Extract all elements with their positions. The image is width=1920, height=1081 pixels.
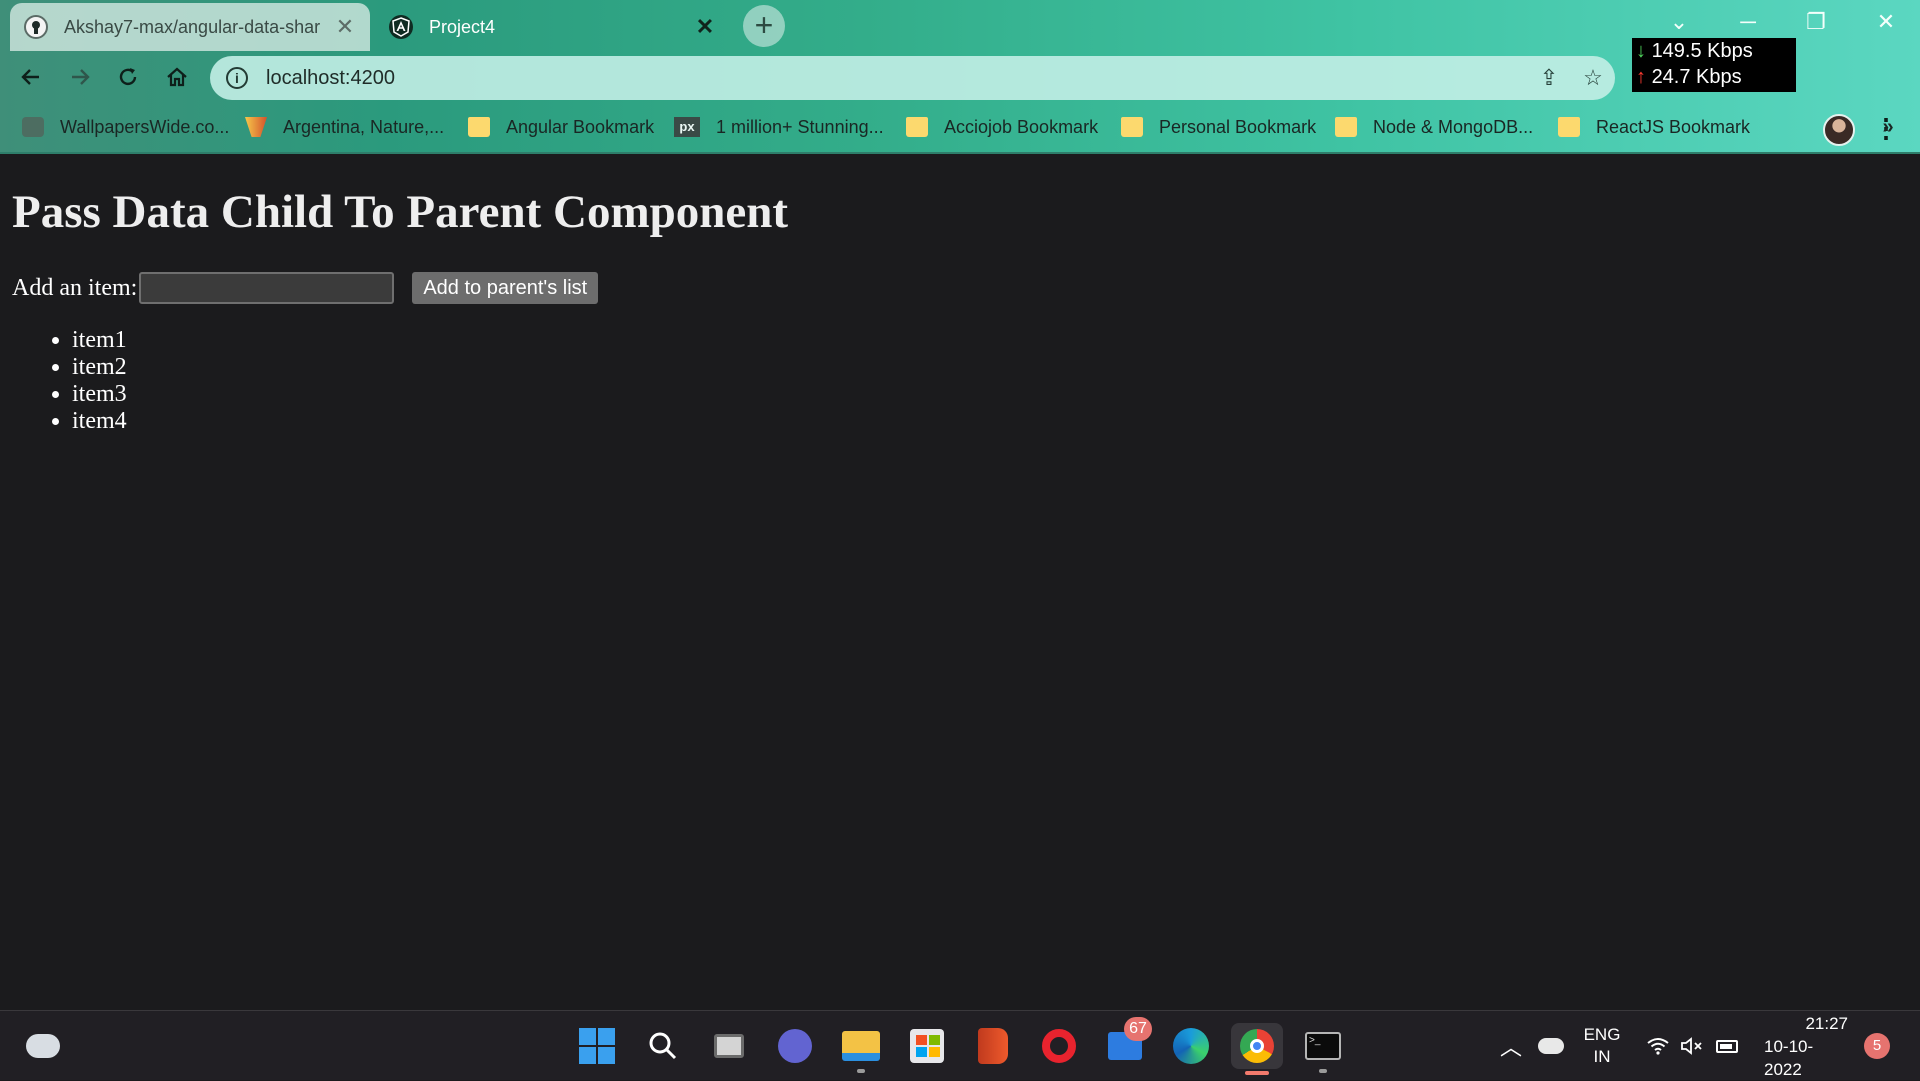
list-item: item4 xyxy=(72,408,127,435)
tab-title: Akshay7-max/angular-data-shar xyxy=(64,16,321,37)
address-url[interactable]: localhost:4200 xyxy=(266,67,1527,90)
chrome-icon[interactable] xyxy=(1231,1023,1283,1075)
bookmark-label: Angular Bookmark xyxy=(506,116,655,137)
mail-badge: 67 xyxy=(1124,1017,1152,1041)
show-hidden-icons-chevron-icon[interactable]: ︿ xyxy=(1500,1011,1522,1081)
pixabay-icon: px xyxy=(674,117,700,137)
mail-icon[interactable]: 67 xyxy=(1102,1017,1152,1069)
folder-icon xyxy=(468,117,490,137)
battery-icon[interactable] xyxy=(1716,1011,1738,1081)
list-item: item2 xyxy=(72,354,127,381)
clock[interactable]: 21:27 10-10-2022 xyxy=(1764,1011,1848,1081)
angular-icon xyxy=(389,15,413,39)
opera-icon[interactable] xyxy=(1036,1023,1082,1069)
bookmark-label: WallpapersWide.co... xyxy=(60,116,230,137)
forward-arrow-icon xyxy=(72,69,90,85)
office-icon[interactable] xyxy=(970,1023,1016,1069)
list-item: item1 xyxy=(72,327,127,354)
parent-item-list: item1 item2 item3 item4 xyxy=(12,327,127,435)
language-code: ENG xyxy=(1583,1025,1621,1044)
list-item: item3 xyxy=(72,381,127,408)
site-info-icon[interactable]: i xyxy=(226,67,248,89)
back-button[interactable] xyxy=(10,56,52,98)
bookmark-node-mongodb[interactable]: Node & MongoDB... xyxy=(1335,110,1533,144)
clock-date: 10-10-2022 xyxy=(1764,1036,1814,1079)
language-indicator[interactable]: ENG IN xyxy=(1582,1011,1622,1081)
bookmark-pixabay[interactable]: px 1 million+ Stunning... xyxy=(674,110,884,144)
folder-icon xyxy=(1121,117,1143,137)
github-icon xyxy=(24,15,48,39)
microsoft-store-icon[interactable] xyxy=(904,1023,950,1069)
upload-arrow-icon: ↑ xyxy=(1636,66,1646,88)
argentina-icon xyxy=(245,117,267,137)
search-icon[interactable] xyxy=(640,1023,686,1069)
folder-icon xyxy=(906,117,928,137)
bookmarks-bar: WallpapersWide.co... Argentina, Nature,.… xyxy=(0,110,1920,144)
bookmark-label: Argentina, Nature,... xyxy=(283,116,445,137)
notification-center[interactable]: 5 xyxy=(1864,1011,1890,1081)
file-explorer-icon[interactable] xyxy=(838,1023,884,1073)
notification-count-badge: 5 xyxy=(1864,1033,1890,1059)
folder-icon xyxy=(1558,117,1580,137)
bookmark-label: Personal Bookmark xyxy=(1159,116,1317,137)
bookmark-label: Acciojob Bookmark xyxy=(944,116,1099,137)
start-button[interactable] xyxy=(574,1023,620,1069)
tab-close-icon[interactable]: ✕ xyxy=(694,14,716,40)
volume-muted-icon[interactable] xyxy=(1680,1011,1706,1081)
page-content: Pass Data Child To Parent Component Add … xyxy=(0,155,1920,1010)
task-view-icon[interactable] xyxy=(706,1023,752,1069)
folder-icon xyxy=(1335,117,1357,137)
bookmark-reactjs[interactable]: ReactJS Bookmark xyxy=(1558,110,1750,144)
home-button[interactable] xyxy=(156,56,198,98)
upload-speed: 24.7 Kbps xyxy=(1651,66,1742,88)
tab-close-icon[interactable]: ✕ xyxy=(334,14,356,40)
bookmark-angular[interactable]: Angular Bookmark xyxy=(468,110,654,144)
address-bar[interactable]: i localhost:4200 ⇪ ☆ xyxy=(210,56,1615,100)
browser-chrome: Akshay7-max/angular-data-shar ✕ Project4… xyxy=(0,0,1920,154)
reload-button[interactable] xyxy=(107,56,149,98)
bookmark-acciojob[interactable]: Acciojob Bookmark xyxy=(906,110,1098,144)
windows-logo-icon xyxy=(579,1028,615,1064)
network-speed-overlay: ↓ 149.5 Kbps ↑ 24.7 Kbps xyxy=(1632,38,1796,92)
onedrive-icon[interactable] xyxy=(1538,1011,1564,1081)
bookmark-label: ReactJS Bookmark xyxy=(1596,116,1751,137)
add-item-label: Add an item: xyxy=(12,274,138,301)
tab-project4[interactable]: Project4 ✕ xyxy=(375,3,730,51)
bookmark-personal[interactable]: Personal Bookmark xyxy=(1121,110,1316,144)
wallpaperswide-icon xyxy=(22,117,44,137)
bookmark-wallpaperswide[interactable]: WallpapersWide.co... xyxy=(22,110,229,144)
page-title: Pass Data Child To Parent Component xyxy=(12,186,789,238)
add-to-parent-button[interactable]: Add to parent's list xyxy=(412,272,599,304)
home-icon xyxy=(167,67,187,87)
download-arrow-icon: ↓ xyxy=(1636,40,1646,62)
wifi-icon[interactable] xyxy=(1646,1011,1670,1081)
bookmark-label: 1 million+ Stunning... xyxy=(716,116,884,137)
windows-taskbar: 67 >_ ︿ ENG IN 21:27 10-10-2022 5 xyxy=(0,1010,1920,1080)
teams-chat-icon[interactable] xyxy=(772,1023,818,1069)
weather-widget-icon[interactable] xyxy=(20,1023,66,1069)
edge-icon[interactable] xyxy=(1168,1023,1214,1069)
clock-time: 21:27 xyxy=(1805,1013,1848,1033)
more-bookmarks-chevron-icon[interactable]: » xyxy=(1876,110,1900,144)
region-code: IN xyxy=(1593,1047,1611,1066)
tab-github-repo[interactable]: Akshay7-max/angular-data-shar ✕ xyxy=(10,3,370,51)
bookmark-label: Node & MongoDB... xyxy=(1373,116,1534,137)
close-window-button[interactable]: ✕ xyxy=(1852,0,1920,44)
reload-icon xyxy=(119,68,137,86)
new-tab-button[interactable]: + xyxy=(743,5,785,47)
bookmark-star-icon[interactable]: ☆ xyxy=(1571,65,1615,91)
forward-button[interactable] xyxy=(59,56,101,98)
download-speed: 149.5 Kbps xyxy=(1651,40,1753,62)
add-item-input[interactable] xyxy=(139,272,395,304)
share-icon[interactable]: ⇪ xyxy=(1527,65,1571,91)
tab-title: Project4 xyxy=(429,16,496,37)
terminal-icon[interactable]: >_ xyxy=(1300,1023,1346,1073)
bookmark-argentina[interactable]: Argentina, Nature,... xyxy=(245,110,444,144)
back-arrow-icon xyxy=(21,69,39,85)
add-item-row: Add an item: Add to parent's list xyxy=(12,272,599,304)
